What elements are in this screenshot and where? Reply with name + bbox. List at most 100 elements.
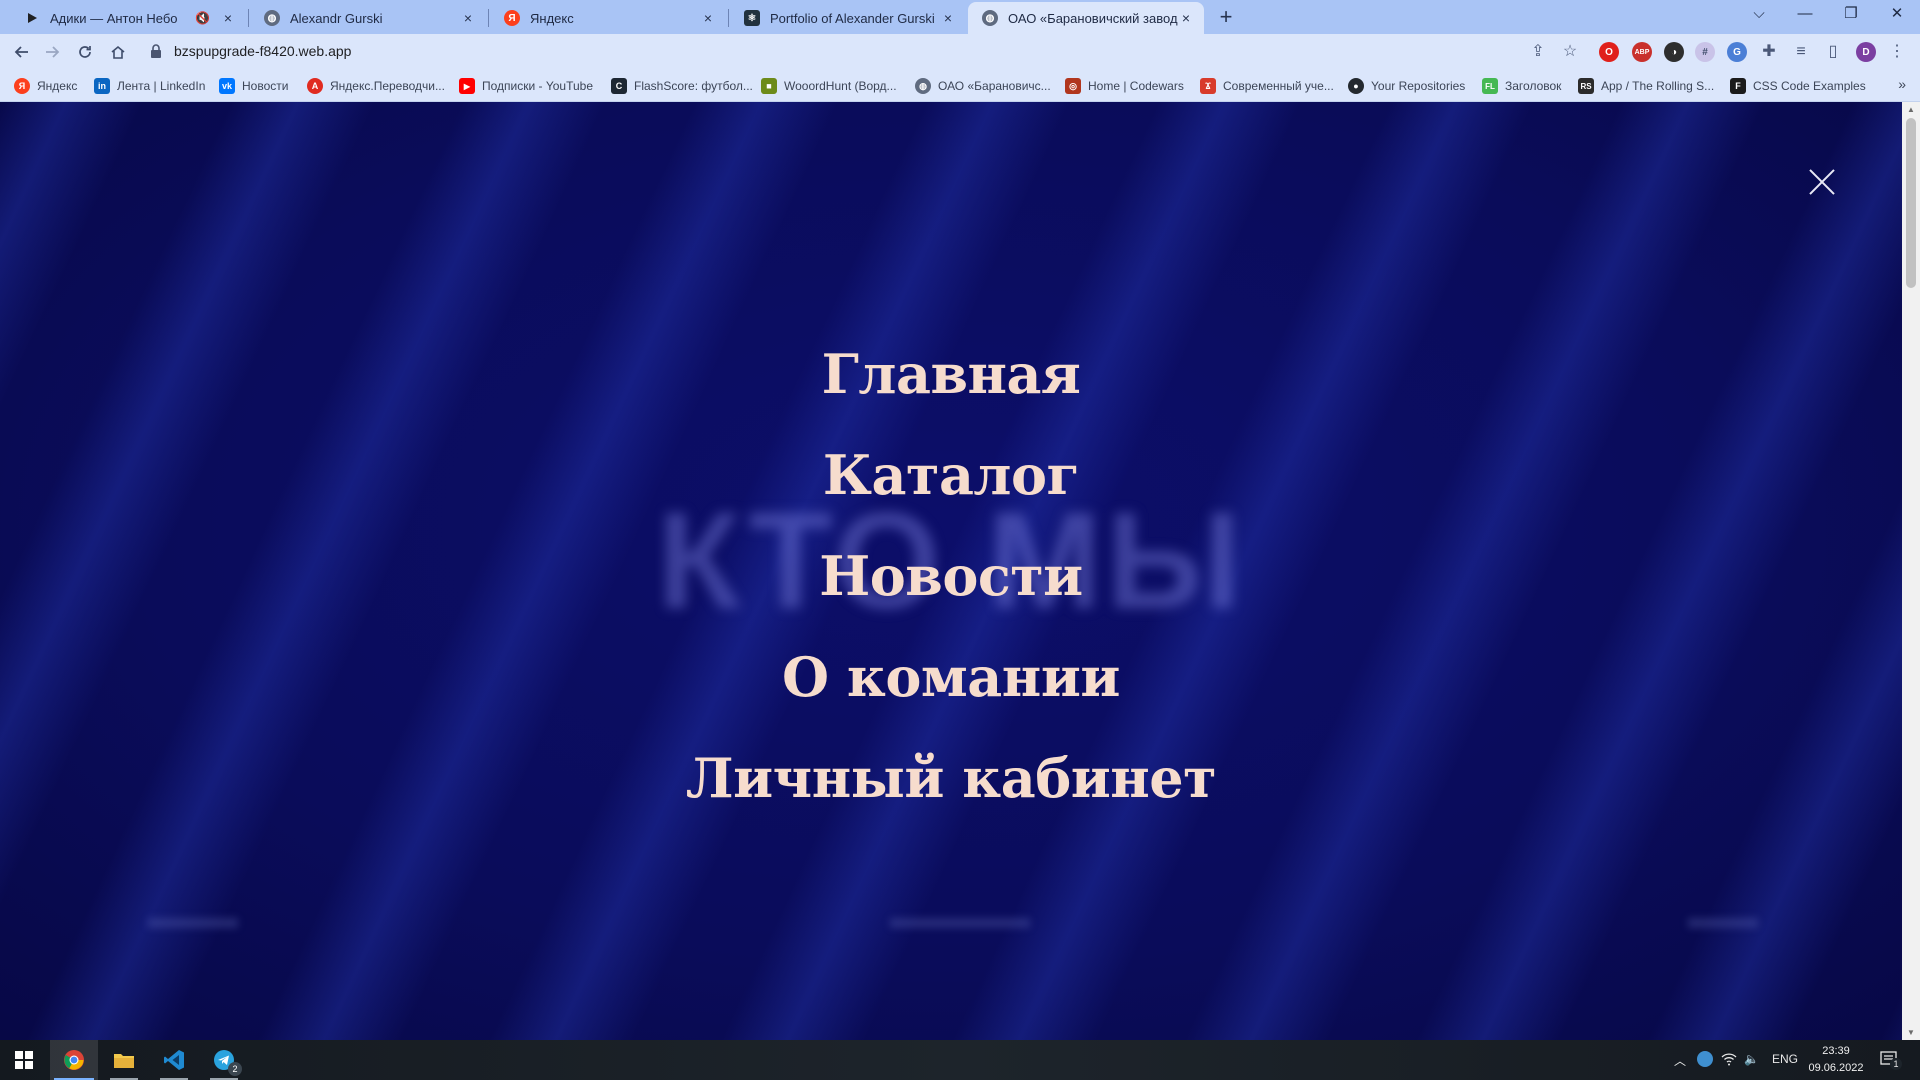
share-icon[interactable]: ⇪ [1527,41,1549,63]
menu-link-catalog[interactable]: Каталог [823,425,1080,526]
fullscreen-nav-menu: Главная Каталог Новости О комании Личный… [0,324,1902,829]
bookmark-item[interactable]: in Лента | LinkedIn [94,77,205,95]
close-tab-icon[interactable]: × [700,10,716,26]
linkedin-icon: in [94,78,110,94]
close-tab-icon[interactable]: × [940,10,956,26]
bookmark-label: FlashScore: футбол... [634,79,753,93]
globe-icon: ◍ [264,10,280,26]
tray-app-icon[interactable] [1697,1051,1713,1067]
bookmark-item[interactable]: ■ WooordHunt (Ворд... [761,77,897,95]
tab-4[interactable]: ⚛ Portfolio of Alexander Gurski × [730,2,966,34]
tab-3[interactable]: Я Яндекс × [490,2,726,34]
profile-avatar[interactable]: D [1856,42,1876,62]
file-explorer-icon[interactable] [100,1040,148,1080]
bookmark-label: App / The Rolling S... [1601,79,1715,93]
browser-toolbar: bzspupgrade-f8420.web.app ⇪ ☆ O ABP ◑ # … [0,34,1920,70]
tab-search-button[interactable]: ⌵ [1736,0,1782,30]
reload-button[interactable] [71,38,99,66]
browser-menu-icon[interactable]: ⋮ [1886,41,1908,63]
bookmark-item[interactable]: FL Заголовок [1482,77,1561,95]
close-tab-icon[interactable]: × [1178,10,1194,26]
close-window-button[interactable]: ✕ [1874,0,1920,30]
react-icon: ⚛ [744,10,760,26]
bookmark-label: Подписки - YouTube [482,79,594,93]
sync-extension-icon[interactable]: ◑ [1664,42,1684,62]
background-blurred-link [148,918,238,928]
tab-label: Portfolio of Alexander Gurski [770,10,935,26]
clock-date: 09.06.2022 [1808,1062,1864,1074]
bookmark-item[interactable]: Я Яндекс [14,77,77,95]
home-button[interactable] [104,38,132,66]
reading-list-icon[interactable]: ≡ [1790,41,1812,63]
bookmark-item[interactable]: A Яндекс.Переводчи... [307,77,445,95]
side-panel-icon[interactable]: ▯ [1822,41,1844,63]
bookmark-item[interactable]: F CSS Code Examples [1730,77,1866,95]
language-indicator[interactable]: ENG [1772,1052,1798,1066]
css-examples-icon: F [1730,78,1746,94]
colorzilla-extension-icon[interactable]: # [1695,42,1715,62]
opera-extension-icon[interactable]: O [1599,42,1619,62]
back-button[interactable] [8,38,36,66]
speaker-muted-icon[interactable]: 🔇 [195,11,210,25]
extensions-puzzle-icon[interactable]: ✚ [1758,41,1780,63]
scrollbar-thumb[interactable] [1906,118,1916,288]
minimize-button[interactable]: — [1782,0,1828,30]
bookmark-label: WooordHunt (Ворд... [784,79,897,93]
forward-button[interactable] [38,38,66,66]
tab-5-active[interactable]: ◍ ОАО «Барановичский завод ст × [968,2,1204,34]
bookmark-label: Яндекс.Переводчи... [330,79,445,93]
bookmark-label: Яндекс [37,79,78,93]
bookmark-item[interactable]: ◍ ОАО «Барановичс... [915,77,1051,95]
globe-icon: ◍ [915,78,931,94]
windows-start-icon[interactable] [0,1040,48,1080]
close-menu-icon[interactable] [1808,168,1836,196]
bookmark-star-icon[interactable]: ☆ [1559,41,1581,63]
translate-extension-icon[interactable]: G [1727,42,1747,62]
telegram-badge: 2 [228,1062,242,1076]
bookmark-item[interactable]: ● Your Repositories [1348,77,1465,95]
wifi-icon[interactable] [1721,1052,1737,1069]
close-tab-icon[interactable]: × [460,10,476,26]
chrome-taskbar-icon[interactable] [50,1040,98,1080]
more-bookmarks-chevron-icon[interactable]: » [1898,76,1906,92]
tray-chevron-up-icon[interactable]: ︿ [1674,1052,1686,1069]
restore-button[interactable]: ❐ [1828,0,1874,30]
bookmark-item[interactable]: vk Новости [219,77,288,95]
address-bar[interactable]: bzspupgrade-f8420.web.app [140,37,1560,67]
learn-js-icon: Ϫ [1200,78,1216,94]
flashscore-icon: C [611,78,627,94]
background-blurred-link [1688,918,1758,928]
menu-link-account[interactable]: Личный кабинет [686,728,1217,829]
new-tab-button[interactable]: + [1213,4,1239,30]
menu-link-about[interactable]: О комании [782,627,1120,728]
volume-icon[interactable]: 🔈 [1744,1052,1759,1066]
telegram-icon[interactable]: 2 [200,1040,248,1080]
fl-icon: FL [1482,78,1498,94]
bookmark-item[interactable]: ▶ Подписки - YouTube [459,77,593,95]
tab-label: Яндекс [530,10,574,26]
notification-count-badge: 1 [1890,1058,1902,1070]
scroll-down-arrow-icon[interactable]: ▼ [1907,1028,1915,1037]
menu-link-news[interactable]: Новости [819,526,1083,627]
menu-link-home[interactable]: Главная [822,324,1081,425]
tab-divider [728,9,729,27]
vscode-icon[interactable] [150,1040,198,1080]
close-tab-icon[interactable]: × [220,10,236,26]
notifications-icon[interactable]: 1 [1880,1050,1902,1071]
tab-label: Адики — Антон Небо [50,10,178,26]
codewars-icon: ◎ [1065,78,1081,94]
clock[interactable]: 23:39 09.06.2022 [1806,1043,1866,1077]
adblock-extension-icon[interactable]: ABP [1632,42,1652,62]
tab-2[interactable]: ◍ Alexandr Gurski × [250,2,486,34]
scroll-up-arrow-icon[interactable]: ▲ [1907,105,1915,114]
bookmark-label: Your Repositories [1371,79,1466,93]
yandex-icon: Я [14,78,30,94]
bookmarks-bar: Я Яндекс in Лента | LinkedIn vk Новости A Ян… [0,70,1920,102]
tab-1[interactable]: Адики — Антон Небо 🔇 × [10,2,246,34]
bookmark-item[interactable]: Ϫ Современный уче... [1200,77,1334,95]
bookmark-item[interactable]: C FlashScore: футбол... [611,77,753,95]
bookmark-item[interactable]: RS App / The Rolling S... [1578,77,1714,95]
page-scrollbar[interactable]: ▲ ▼ [1902,102,1920,1040]
bookmark-item[interactable]: ◎ Home | Codewars [1065,77,1184,95]
bookmark-label: Новости [242,79,289,93]
